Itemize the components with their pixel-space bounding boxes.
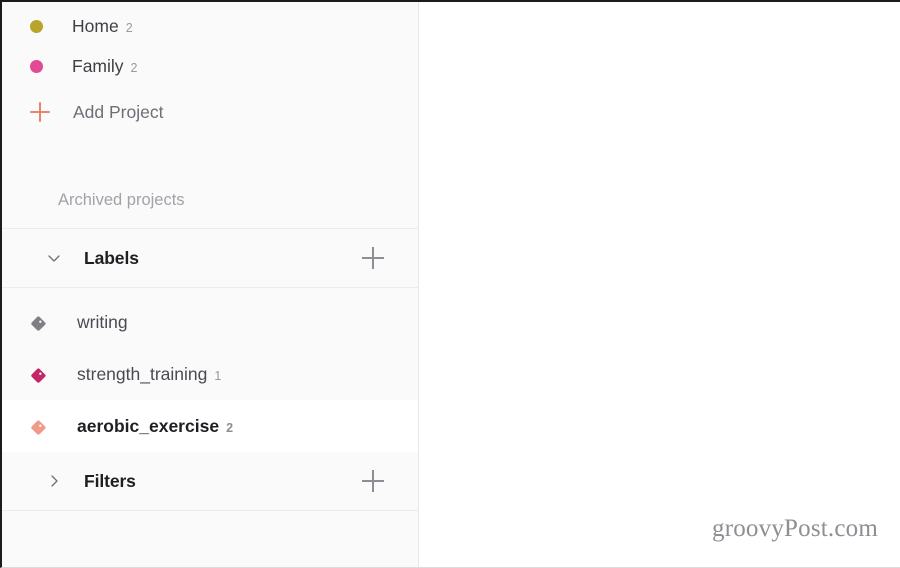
label-name: aerobic_exercise — [77, 415, 220, 436]
label-count: 1 — [214, 369, 222, 383]
label-name: strength_training — [77, 363, 208, 384]
main-content-panel: groovyPost.com — [419, 2, 900, 567]
tag-icon — [31, 367, 46, 383]
project-count: 2 — [130, 61, 138, 75]
add-filter-button[interactable] — [362, 470, 384, 492]
chevron-right-icon[interactable] — [46, 473, 62, 489]
add-project-label: Add Project — [73, 101, 164, 122]
labels-list: writing strength_training 1 aerobic_exer… — [2, 288, 418, 452]
archived-projects-button[interactable]: Archived projects — [2, 172, 418, 228]
app-window: Home 2 Family 2 Add Project Archived pro… — [0, 0, 900, 568]
filters-section-header[interactable]: Filters — [2, 452, 418, 510]
project-label: Family — [72, 55, 124, 76]
project-label: Home — [72, 15, 119, 36]
add-label-button[interactable] — [362, 247, 384, 269]
label-item-writing[interactable]: writing — [2, 296, 418, 348]
chevron-down-icon[interactable] — [46, 250, 62, 266]
labels-section-title: Labels — [84, 247, 139, 268]
tag-icon — [31, 315, 46, 331]
sidebar: Home 2 Family 2 Add Project Archived pro… — [2, 2, 419, 567]
plus-icon — [30, 102, 50, 122]
label-name: writing — [77, 311, 128, 332]
label-item-aerobic-exercise[interactable]: aerobic_exercise 2 — [2, 400, 418, 452]
divider-below-filters-header — [2, 510, 418, 511]
project-count: 2 — [125, 21, 133, 35]
watermark: groovyPost.com — [712, 515, 878, 542]
circle-dot-icon — [30, 59, 43, 73]
sidebar-item-home[interactable]: Home 2 — [2, 6, 418, 46]
sidebar-item-family[interactable]: Family 2 — [2, 46, 418, 86]
archived-projects-label: Archived projects — [58, 190, 185, 209]
project-list: Home 2 Family 2 Add Project Archived pro… — [2, 2, 418, 228]
circle-dot-icon — [30, 19, 43, 33]
add-project-button[interactable]: Add Project — [2, 86, 418, 138]
tag-icon — [31, 419, 46, 435]
label-item-strength-training[interactable]: strength_training 1 — [2, 348, 418, 400]
labels-section-header[interactable]: Labels — [2, 229, 418, 287]
label-count: 2 — [226, 421, 234, 435]
filters-section-title: Filters — [84, 470, 136, 491]
